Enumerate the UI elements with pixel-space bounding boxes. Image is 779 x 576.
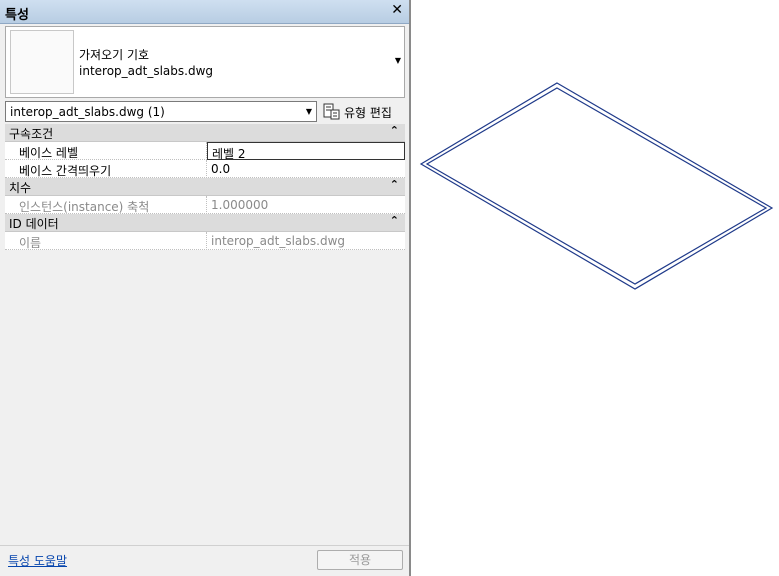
collapse-icon[interactable]: ⌃	[390, 214, 399, 227]
properties-palette: 특성 ✕ 가져오기 기호 interop_adt_slabs.dwg ▼ int…	[0, 0, 411, 576]
properties-grid: 구속조건 ⌃ 베이스 레벨 레벨 2 베이스 간격띄우기 0.0 치수 ⌃ 인스…	[5, 124, 405, 250]
type-preview-image	[10, 30, 74, 94]
apply-button[interactable]: 적용	[317, 550, 403, 570]
base-offset-field[interactable]: 0.0	[207, 160, 405, 178]
section-title: 구속조건	[9, 127, 54, 141]
section-title: 치수	[9, 181, 32, 195]
name-field: interop_adt_slabs.dwg	[211, 234, 346, 248]
property-label: 베이스 레벨	[5, 142, 207, 160]
edit-type-icon	[323, 103, 340, 120]
family-label: 가져오기 기호	[79, 48, 150, 62]
property-label: 인스턴스(instance) 축척	[5, 196, 207, 214]
triangle-down-icon[interactable]: ▼	[395, 56, 401, 65]
type-selector[interactable]: 가져오기 기호 interop_adt_slabs.dwg ▼	[5, 26, 405, 98]
chevron-down-icon[interactable]: ▼	[306, 107, 312, 116]
base-level-field[interactable]: 레벨 2	[207, 142, 405, 161]
instance-filter-value: interop_adt_slabs.dwg (1)	[10, 105, 165, 119]
slab-inner-edge	[425, 87, 768, 285]
collapse-icon[interactable]: ⌃	[390, 124, 399, 137]
property-label: 이름	[5, 232, 207, 250]
section-title: ID 데이터	[9, 217, 59, 231]
instance-filter-dropdown[interactable]: interop_adt_slabs.dwg (1) ▼	[5, 101, 317, 122]
property-label: 베이스 간격띄우기	[5, 160, 207, 178]
properties-help-link[interactable]: 특성 도움말	[8, 552, 67, 569]
slab-outer-edge	[419, 82, 774, 290]
instance-scale-field: 1.000000	[211, 198, 269, 212]
drawing-viewport[interactable]	[413, 0, 779, 576]
collapse-icon[interactable]: ⌃	[390, 178, 399, 191]
edit-type-label: 유형 편집	[344, 106, 392, 120]
slab-outline-drawing	[419, 82, 774, 290]
close-icon[interactable]: ✕	[391, 2, 403, 18]
type-name-label: interop_adt_slabs.dwg	[79, 64, 214, 78]
palette-title: 특성	[5, 8, 29, 23]
property-row-base-level[interactable]: 베이스 레벨 레벨 2	[5, 142, 405, 161]
section-header-dimensions[interactable]: 치수 ⌃	[5, 178, 405, 196]
palette-footer: 특성 도움말 적용	[0, 545, 409, 576]
property-row-name: 이름 interop_adt_slabs.dwg	[5, 232, 405, 250]
section-header-identity-data[interactable]: ID 데이터 ⌃	[5, 214, 405, 232]
palette-titlebar[interactable]: 특성 ✕	[0, 0, 409, 24]
property-row-base-offset[interactable]: 베이스 간격띄우기 0.0	[5, 160, 405, 178]
section-header-constraints[interactable]: 구속조건 ⌃	[5, 124, 405, 142]
property-row-instance-scale: 인스턴스(instance) 축척 1.000000	[5, 196, 405, 214]
